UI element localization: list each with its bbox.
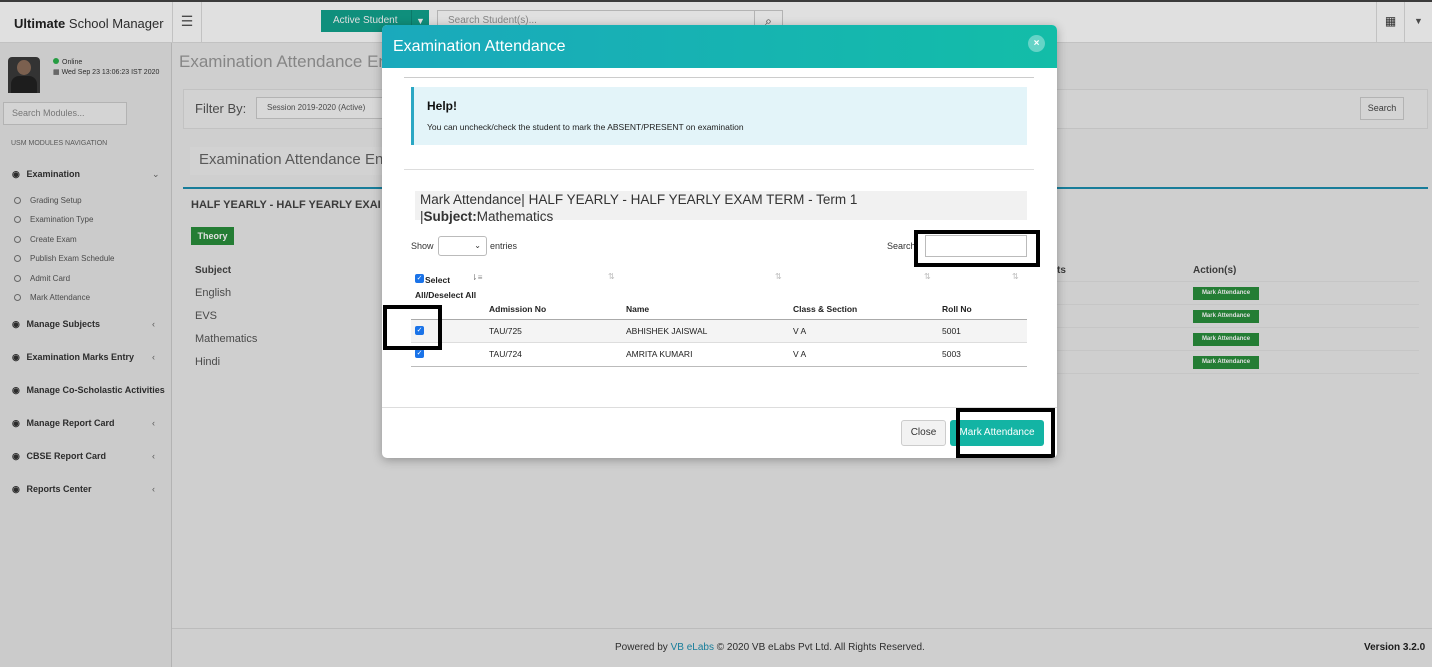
sort-icon[interactable]: ⇅ [775,272,782,281]
row-divider [411,342,1027,343]
sort-asc-icon[interactable]: ⇂≡ [471,273,482,282]
sort-icon[interactable]: ⇅ [608,272,615,281]
class-section-cell: V A [793,326,807,336]
close-icon[interactable]: × [1028,35,1045,52]
name-cell: ABHISHEK JAISWAL [626,326,708,336]
row-divider [411,366,1027,367]
divider [404,77,1034,78]
chevron-down-icon: ⌄ [474,241,481,250]
class-section-header[interactable]: Class & Section [793,304,857,314]
examination-attendance-modal: Examination Attendance × Help! You can u… [382,25,1057,458]
divider [404,169,1034,170]
row-checkbox[interactable]: ✓ [415,349,424,358]
roll-no-cell: 5001 [942,326,961,336]
class-section-cell: V A [793,349,807,359]
roll-no-cell: 5003 [942,349,961,359]
modal-header: Examination Attendance × [382,25,1057,68]
show-label: Show [411,241,434,251]
modal-title: Examination Attendance [393,38,566,55]
admission-no-header[interactable]: Admission No [489,304,546,314]
subject-line: |Subject:Mathematics [420,209,554,224]
admission-no-cell: TAU/725 [489,326,522,336]
entries-select[interactable]: ⌄ [438,236,487,256]
admission-no-cell: TAU/724 [489,349,522,359]
highlight-box-search [914,230,1040,267]
roll-no-header[interactable]: Roll No [942,304,972,314]
help-callout: Help! You can uncheck/check the student … [411,87,1027,145]
highlight-box-checkbox [383,305,442,350]
highlight-box-mark-button [956,408,1055,458]
help-title: Help! [427,99,457,113]
help-text: You can uncheck/check the student to mar… [427,122,744,132]
mark-attendance-title: Mark Attendance| HALF YEARLY - HALF YEAR… [420,192,858,207]
name-cell: AMRITA KUMARI [626,349,693,359]
sort-icon[interactable]: ⇅ [1012,272,1019,281]
entries-label: entries [490,241,518,251]
close-button[interactable]: Close [901,420,946,446]
name-header[interactable]: Name [626,304,649,314]
sort-icon[interactable]: ⇅ [924,272,931,281]
